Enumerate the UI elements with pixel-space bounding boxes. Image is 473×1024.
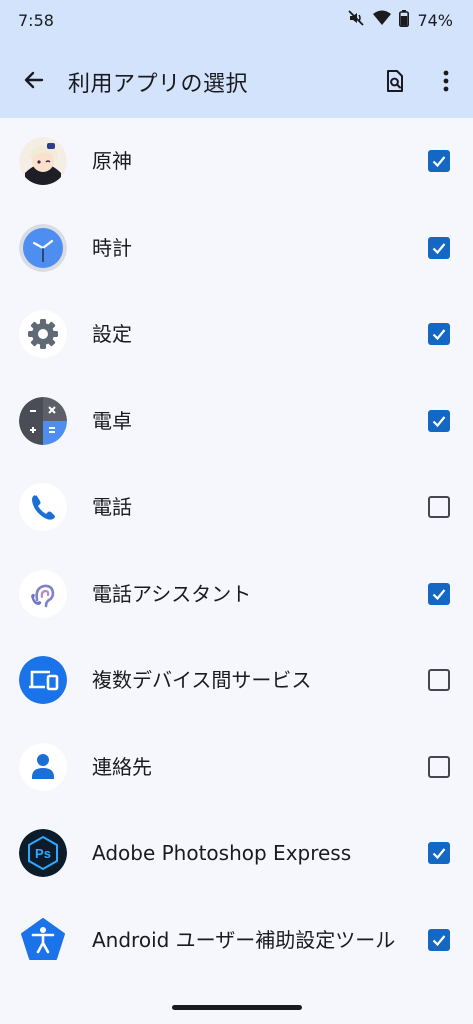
app-name: 設定 bbox=[92, 322, 132, 347]
home-gesture-bar[interactable] bbox=[172, 1005, 302, 1010]
wifi-icon bbox=[373, 10, 392, 30]
photoshop-express-icon: Ps bbox=[19, 829, 67, 878]
battery-icon bbox=[399, 9, 410, 31]
accessibility-icon bbox=[19, 916, 67, 964]
search-document-icon bbox=[387, 70, 403, 92]
phone-icon bbox=[19, 483, 67, 532]
app-checkbox[interactable] bbox=[428, 236, 450, 259]
status-bar: 7:58 74% bbox=[0, 0, 473, 40]
app-name: 原神 bbox=[92, 149, 132, 174]
app-list: 原神 時計 設定 電卓 電話 電話アシスタント 複数デバイス間サービス 連絡先 … bbox=[0, 118, 473, 983]
checkmark-icon bbox=[432, 935, 446, 946]
status-icons: 74% bbox=[347, 9, 453, 31]
back-arrow-icon bbox=[24, 71, 44, 89]
settings-gear-icon bbox=[19, 310, 67, 359]
app-name: 電話 bbox=[92, 495, 132, 520]
list-item[interactable]: 連絡先 bbox=[0, 724, 473, 811]
app-name: 電話アシスタント bbox=[92, 581, 252, 606]
app-checkbox[interactable] bbox=[428, 582, 450, 605]
list-item[interactable]: 電話アシスタント bbox=[0, 551, 473, 638]
app-checkbox[interactable] bbox=[428, 496, 450, 519]
app-name: 時計 bbox=[92, 235, 132, 260]
app-checkbox[interactable] bbox=[428, 669, 450, 692]
app-name: 連絡先 bbox=[92, 754, 152, 779]
svg-text:Ps: Ps bbox=[35, 846, 51, 861]
app-checkbox[interactable] bbox=[428, 409, 450, 432]
checkmark-icon bbox=[432, 848, 446, 860]
app-checkbox[interactable] bbox=[428, 323, 450, 346]
page-title: 利用アプリの選択 bbox=[68, 72, 249, 97]
checkmark-icon bbox=[432, 156, 446, 168]
list-item[interactable]: 複数デバイス間サービス bbox=[0, 637, 473, 724]
more-options-button[interactable] bbox=[426, 60, 466, 102]
list-item[interactable]: 時計 bbox=[0, 205, 473, 292]
list-item[interactable]: 設定 bbox=[0, 291, 473, 378]
genshin-icon bbox=[19, 137, 67, 186]
list-item[interactable]: 電卓 bbox=[0, 378, 473, 465]
app-checkbox[interactable] bbox=[428, 928, 450, 951]
checkmark-icon bbox=[432, 416, 446, 427]
app-name: Adobe Photoshop Express bbox=[92, 841, 352, 866]
calculator-icon bbox=[19, 396, 67, 445]
contacts-icon bbox=[19, 742, 67, 791]
phone-assistant-icon bbox=[19, 569, 67, 618]
app-name: Android ユーザー補助設定ツール bbox=[92, 927, 396, 952]
back-button[interactable] bbox=[14, 60, 54, 100]
list-item[interactable]: Android ユーザー補助設定ツール bbox=[0, 897, 473, 984]
checkmark-icon bbox=[432, 243, 446, 254]
status-time: 7:58 bbox=[18, 10, 54, 30]
app-checkbox[interactable] bbox=[428, 755, 450, 778]
header: 7:58 74% 利用アプリの選択 bbox=[0, 0, 473, 118]
list-item[interactable]: 電話 bbox=[0, 464, 473, 551]
app-checkbox[interactable] bbox=[428, 150, 450, 173]
clock-icon bbox=[19, 223, 67, 272]
more-vert-icon bbox=[443, 70, 449, 92]
app-bar: 利用アプリの選択 bbox=[0, 50, 473, 112]
list-item[interactable]: Ps Adobe Photoshop Express bbox=[0, 810, 473, 897]
list-item[interactable]: 原神 bbox=[0, 118, 473, 205]
battery-percent: 74% bbox=[417, 10, 453, 30]
checkmark-icon bbox=[432, 329, 446, 341]
checkmark-icon bbox=[432, 589, 446, 600]
app-name: 電卓 bbox=[92, 408, 132, 433]
app-checkbox[interactable] bbox=[428, 842, 450, 865]
app-name: 複数デバイス間サービス bbox=[92, 668, 312, 693]
search-button[interactable] bbox=[374, 60, 416, 102]
cross-device-icon bbox=[19, 656, 67, 705]
mute-icon bbox=[347, 9, 365, 31]
